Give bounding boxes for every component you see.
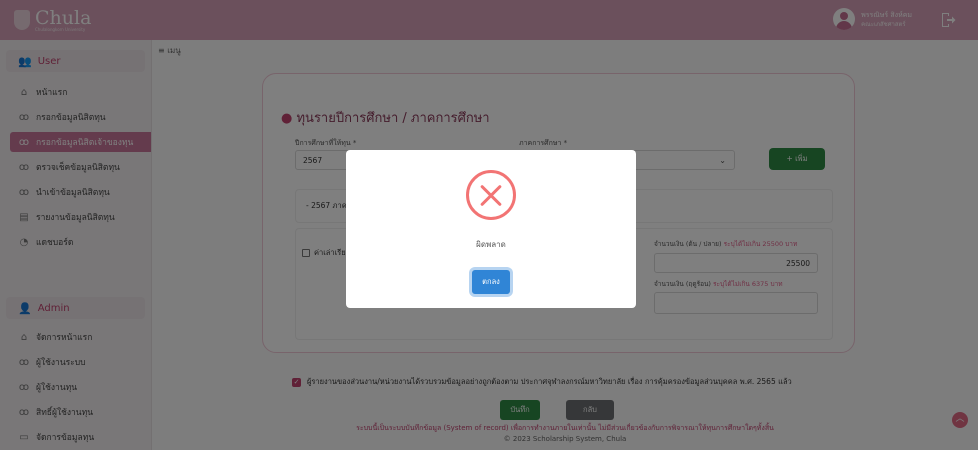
error-message: ผิดพลาด	[476, 240, 506, 249]
error-dialog: ผิดพลาด ตกลง	[346, 150, 636, 308]
ok-button[interactable]: ตกลง	[472, 270, 510, 294]
error-x-icon	[466, 170, 516, 220]
